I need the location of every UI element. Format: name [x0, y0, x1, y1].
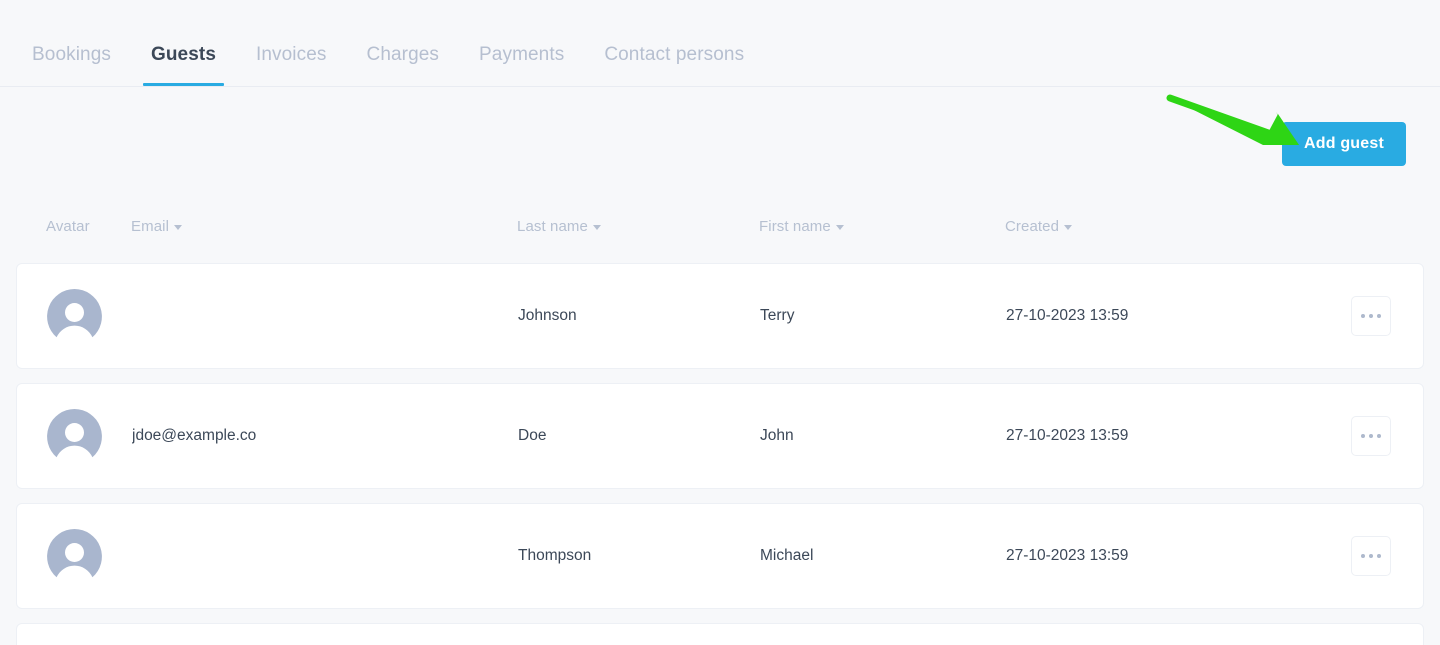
- row-actions-cell: [1345, 536, 1391, 576]
- chevron-down-icon: [835, 224, 844, 230]
- avatar-cell: [47, 288, 132, 344]
- table-row[interactable]: [16, 623, 1424, 645]
- avatar-cell: [47, 408, 132, 464]
- tab-bookings[interactable]: Bookings: [32, 45, 111, 86]
- guests-table: Avatar Email Last name First name Create…: [0, 201, 1440, 645]
- dot-icon: [1361, 314, 1365, 318]
- add-guest-button[interactable]: Add guest: [1281, 122, 1406, 166]
- user-avatar-icon: [47, 528, 102, 577]
- row-menu-button[interactable]: [1351, 416, 1391, 456]
- tab-label: Guests: [150, 44, 216, 65]
- tab-charges[interactable]: Charges: [367, 45, 440, 86]
- tab-payments[interactable]: Payments: [479, 45, 564, 86]
- dot-icon: [1377, 314, 1381, 318]
- column-header-first-name[interactable]: First name: [759, 218, 1005, 235]
- column-header-avatar: Avatar: [46, 218, 131, 235]
- tab-contact-persons[interactable]: Contact persons: [604, 45, 744, 86]
- table-row[interactable]: jdoe@example.co Doe John 27-10-2023 13:5…: [16, 383, 1424, 489]
- avatar-cell: [47, 528, 132, 584]
- dot-icon: [1369, 554, 1373, 558]
- tab-label: Payments: [479, 44, 565, 65]
- table-row[interactable]: Thompson Michael 27-10-2023 13:59: [16, 503, 1424, 609]
- created-cell: 27-10-2023 13:59: [1006, 427, 1129, 444]
- dot-icon: [1369, 314, 1373, 318]
- column-header-label: First name: [759, 217, 831, 235]
- first-name-cell: Michael: [760, 547, 814, 564]
- row-menu-button[interactable]: [1351, 296, 1391, 336]
- dot-icon: [1377, 554, 1381, 558]
- dot-icon: [1361, 554, 1365, 558]
- last-name-cell: Doe: [518, 427, 547, 444]
- dot-icon: [1361, 434, 1365, 438]
- user-avatar-icon: [47, 288, 102, 337]
- email-cell: jdoe@example.co: [132, 427, 257, 444]
- last-name-cell: Thompson: [518, 547, 592, 564]
- column-header-label: Avatar: [46, 217, 90, 235]
- created-cell: 27-10-2023 13:59: [1006, 547, 1129, 564]
- dot-icon: [1369, 434, 1373, 438]
- first-name-cell: Terry: [760, 307, 795, 324]
- tab-label: Contact persons: [604, 44, 745, 65]
- chevron-down-icon: [174, 224, 183, 230]
- user-avatar-icon: [47, 408, 102, 457]
- dot-icon: [1377, 434, 1381, 438]
- tab-invoices[interactable]: Invoices: [256, 45, 327, 86]
- column-header-email[interactable]: Email: [131, 218, 517, 235]
- tab-guests[interactable]: Guests: [142, 44, 225, 86]
- row-actions-cell: [1345, 296, 1391, 336]
- created-cell: 27-10-2023 13:59: [1006, 307, 1129, 324]
- column-header-created[interactable]: Created: [1005, 218, 1346, 235]
- tab-label: Bookings: [32, 44, 111, 65]
- chevron-down-icon: [592, 224, 601, 230]
- column-header-label: Email: [131, 217, 170, 235]
- column-header-label: Last name: [517, 217, 588, 235]
- column-header-label: Created: [1005, 217, 1060, 235]
- row-actions-cell: [1345, 416, 1391, 456]
- guests-page: Bookings Guests Invoices Charges Payment…: [0, 0, 1440, 645]
- tab-bar: Bookings Guests Invoices Charges Payment…: [0, 0, 1440, 87]
- last-name-cell: Johnson: [518, 307, 577, 324]
- table-header-row: Avatar Email Last name First name Create…: [16, 201, 1424, 251]
- first-name-cell: John: [760, 427, 794, 444]
- tab-label: Charges: [366, 44, 440, 65]
- tab-label: Invoices: [255, 44, 327, 65]
- action-bar: Add guest: [0, 87, 1440, 201]
- row-menu-button[interactable]: [1351, 536, 1391, 576]
- table-row[interactable]: Johnson Terry 27-10-2023 13:59: [16, 263, 1424, 369]
- chevron-down-icon: [1064, 224, 1073, 230]
- column-header-last-name[interactable]: Last name: [517, 218, 759, 235]
